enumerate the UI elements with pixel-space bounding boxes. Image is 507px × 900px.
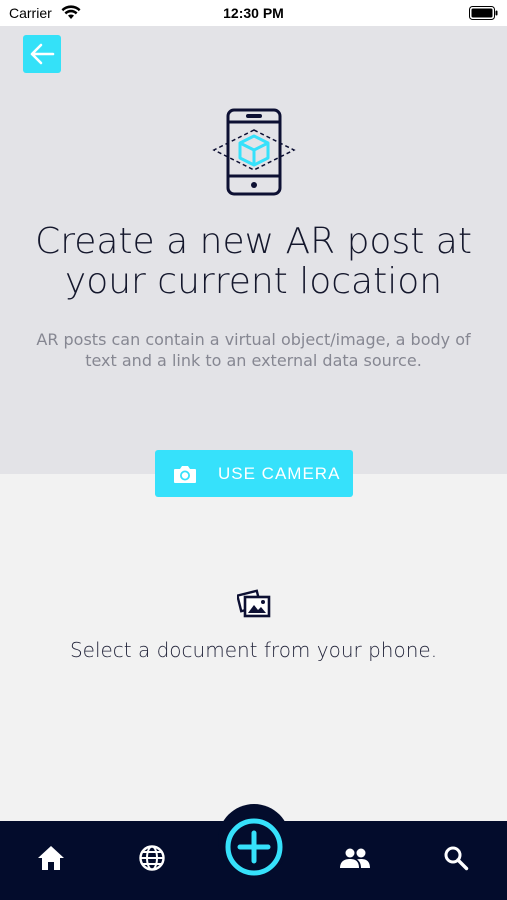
status-bar: Carrier 12:30 PM — [0, 0, 507, 26]
tab-people[interactable] — [340, 843, 370, 873]
plus-circle-icon — [225, 818, 283, 876]
use-camera-label: USE CAMERA — [218, 463, 341, 483]
home-icon — [38, 846, 64, 870]
ar-phone-cube-icon — [212, 108, 296, 196]
tab-globe[interactable] — [137, 843, 167, 873]
search-icon — [444, 846, 469, 871]
camera-icon — [174, 465, 196, 483]
clock: 12:30 PM — [223, 5, 284, 21]
select-document-prompt[interactable]: Select a document from your phone. — [0, 638, 507, 662]
battery-icon — [469, 6, 498, 20]
page-subtitle: AR posts can contain a virtual object/im… — [36, 330, 471, 370]
add-post-button[interactable] — [224, 817, 284, 877]
people-icon — [340, 848, 370, 868]
tab-search[interactable] — [441, 843, 471, 873]
tab-home[interactable] — [36, 843, 66, 873]
globe-icon — [139, 845, 165, 871]
arrow-left-icon — [30, 43, 55, 65]
back-button[interactable] — [23, 35, 61, 73]
page-title: Create a new AR post at your current loc… — [35, 221, 472, 302]
photos-icon[interactable] — [237, 587, 271, 619]
use-camera-button[interactable]: USE CAMERA — [155, 450, 353, 497]
intro-panel: Create a new AR post at your current loc… — [0, 26, 507, 474]
